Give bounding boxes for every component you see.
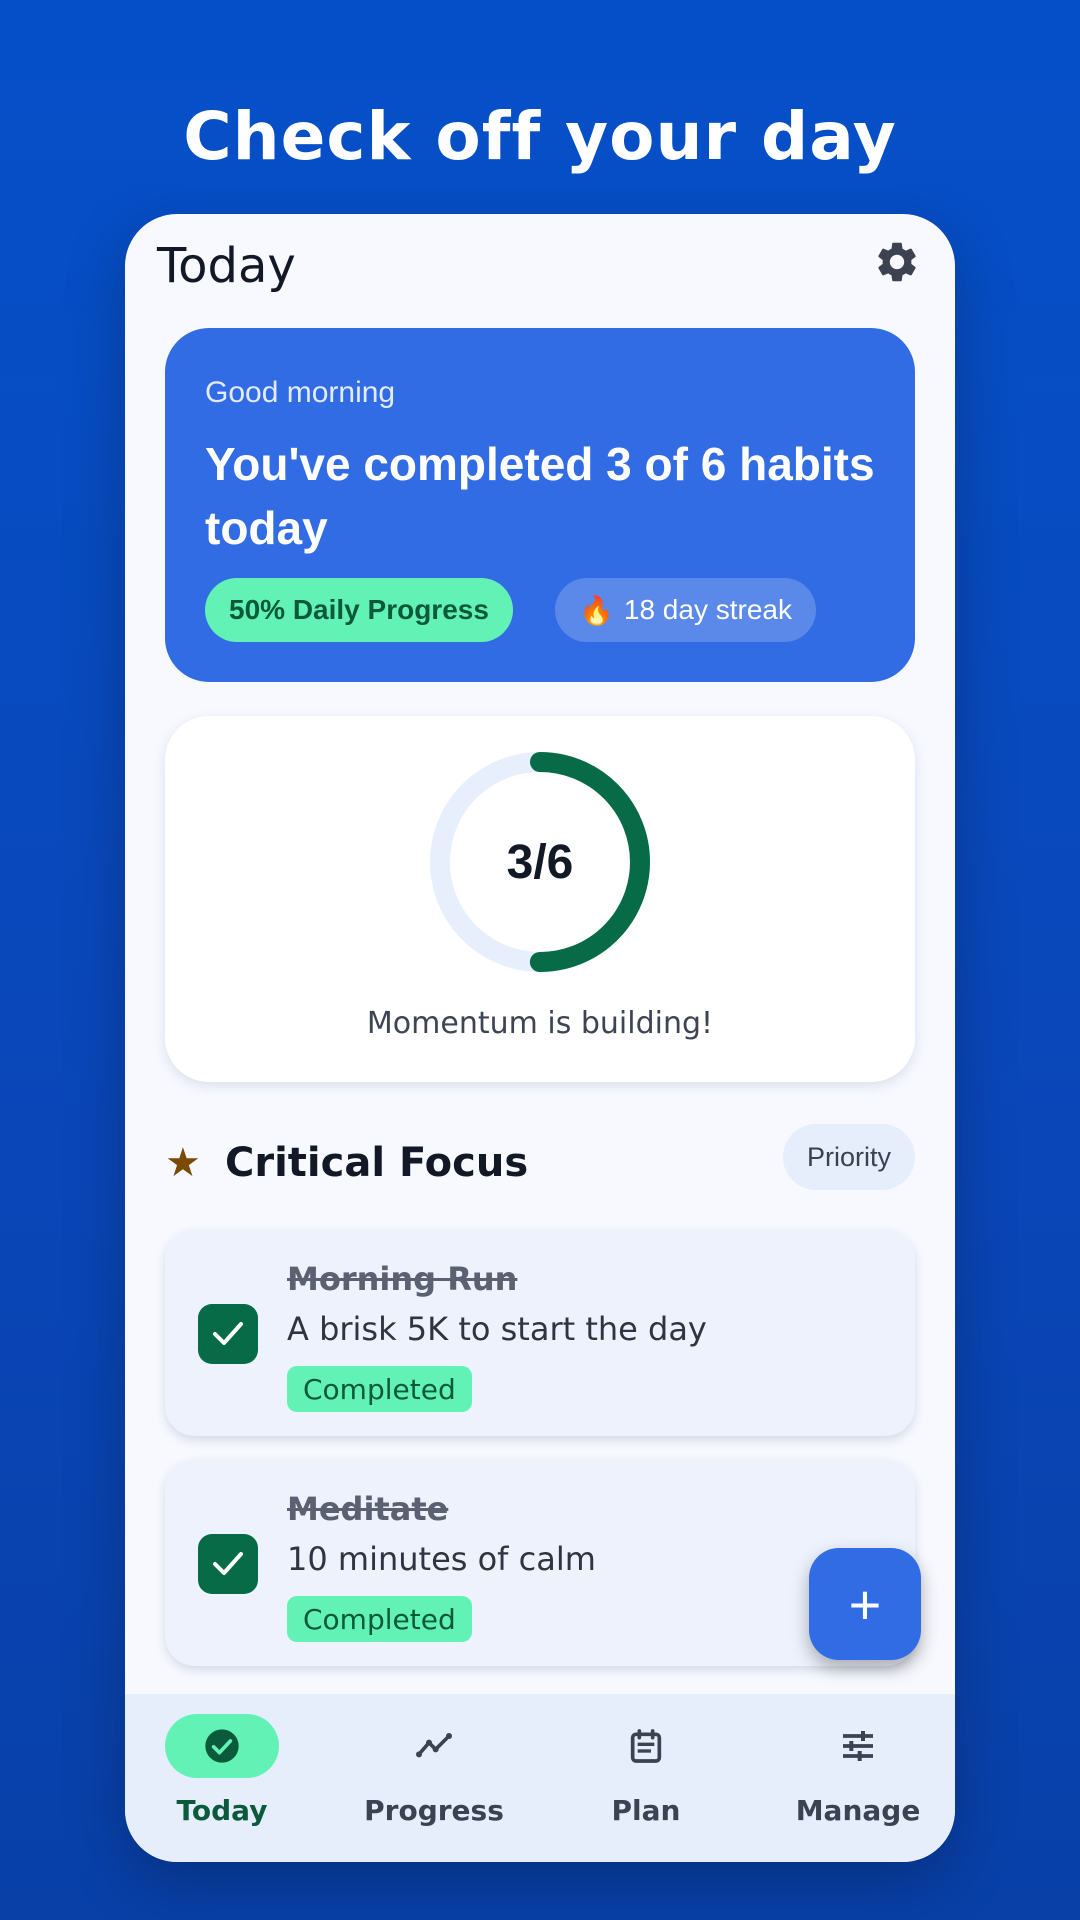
- star-icon: ★: [165, 1141, 201, 1185]
- greeting-text: Good morning: [205, 376, 396, 409]
- headline: Check off your day: [183, 98, 897, 175]
- streak-label: 18 day streak: [623, 594, 792, 625]
- momentum-caption: Momentum is building!: [366, 1006, 714, 1041]
- nav-item-progress[interactable]: Progress: [337, 1694, 544, 1862]
- habit-card[interactable]: Meditate 10 minutes of calm Completed: [165, 1460, 915, 1666]
- checkmark-icon: [213, 1552, 243, 1575]
- nav-item-today[interactable]: Today: [125, 1694, 332, 1862]
- nav-item-plan[interactable]: Plan: [549, 1694, 756, 1862]
- habit-card[interactable]: Morning Run A brisk 5K to start the day …: [165, 1230, 915, 1436]
- check-circle-icon: [205, 1729, 239, 1763]
- habit-name: Meditate: [287, 1490, 449, 1528]
- bottom-navigation: Today Progress Plan Manage: [125, 1694, 955, 1862]
- nav-icon-wrap: [589, 1714, 703, 1778]
- priority-label: Priority: [806, 1141, 891, 1172]
- habit-checkbox[interactable]: [198, 1534, 258, 1594]
- nav-item-manage[interactable]: Manage: [761, 1694, 955, 1862]
- streak-chip: 🔥 18 day streak: [555, 578, 816, 642]
- nav-label: Manage: [795, 1794, 921, 1827]
- nav-icon-wrap: [377, 1714, 491, 1778]
- settings-gear-icon[interactable]: [873, 238, 921, 286]
- daily-progress-label: 50% Daily Progress: [229, 594, 489, 625]
- nav-label: Progress: [364, 1794, 504, 1827]
- calendar-icon: [630, 1729, 662, 1763]
- checkmark-icon: [213, 1322, 243, 1345]
- critical-focus-header: ★ Critical Focus Priority: [165, 1124, 915, 1204]
- top-app-bar: Today: [125, 214, 955, 314]
- nav-active-indicator: [165, 1714, 279, 1778]
- fire-icon: 🔥: [579, 594, 614, 626]
- progress-count: 3/6: [506, 835, 574, 889]
- page-title: Today: [157, 238, 296, 294]
- section-title: Critical Focus: [225, 1140, 529, 1186]
- daily-summary-card: Good morning You've completed 3 of 6 hab…: [165, 328, 915, 682]
- priority-filter-pill[interactable]: Priority: [782, 1124, 915, 1190]
- sliders-icon: [843, 1731, 873, 1761]
- nav-label: Plan: [611, 1794, 681, 1827]
- habit-status-badge: Completed: [287, 1596, 472, 1642]
- habit-name: Morning Run: [287, 1260, 518, 1298]
- habit-status-badge: Completed: [287, 1366, 472, 1412]
- habit-checkbox[interactable]: [198, 1304, 258, 1364]
- nav-label: Today: [176, 1794, 268, 1827]
- habit-description: 10 minutes of calm: [287, 1540, 596, 1578]
- trend-line-icon: [416, 1733, 452, 1758]
- daily-progress-chip: 50% Daily Progress: [205, 578, 513, 642]
- app-screen: Today Good morning You've completed 3 of…: [125, 214, 955, 1862]
- nav-icon-wrap: [801, 1714, 915, 1778]
- habit-description: A brisk 5K to start the day: [287, 1310, 707, 1348]
- completion-message: You've completed 3 of 6 habits today: [205, 438, 875, 554]
- add-habit-button[interactable]: +: [809, 1548, 921, 1660]
- progress-ring-card: 3/6 Momentum is building!: [165, 716, 915, 1082]
